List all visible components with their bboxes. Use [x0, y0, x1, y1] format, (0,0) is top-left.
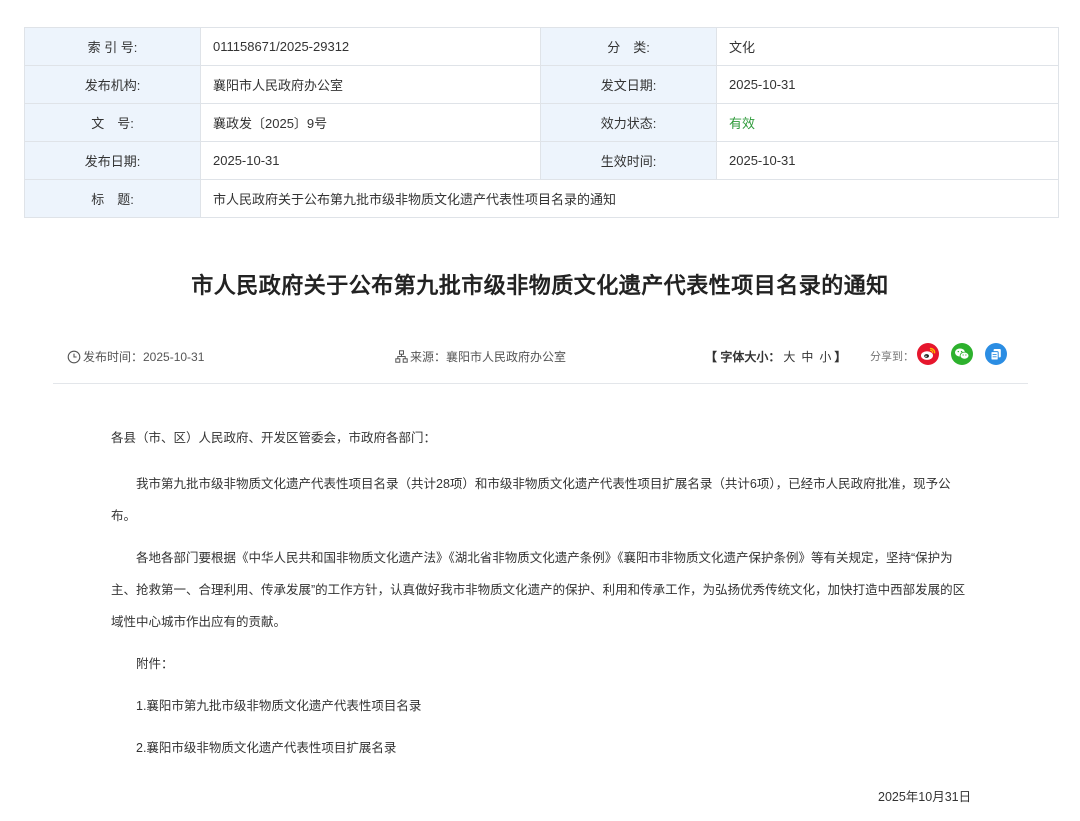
category-label: 分 类:	[540, 27, 717, 66]
publisher-label: 发布机构:	[24, 65, 201, 104]
font-medium-button[interactable]: 中	[801, 350, 813, 364]
pub-date-value: 2025-10-31	[200, 141, 541, 180]
issue-date-label: 发文日期:	[540, 65, 717, 104]
wechat-icon[interactable]	[951, 343, 973, 365]
sign-date: 2025年10月31日	[878, 790, 972, 804]
font-size-suffix: 】	[834, 350, 847, 364]
document-metadata-table: 索 引 号: 011158671/2025-29312 分 类: 文化 发布机构…	[24, 27, 1059, 218]
meta-row-index: 索 引 号: 011158671/2025-29312 分 类: 文化	[24, 27, 1059, 66]
effective-date-value: 2025-10-31	[716, 141, 1059, 180]
article-title: 市人民政府关于公布第九批市级非物质文化遗产代表性项目名录的通知	[191, 273, 889, 298]
font-size-prefix: 【 字体大小：	[705, 350, 781, 364]
issue-date-value: 2025-10-31	[716, 65, 1059, 104]
meta-row-publisher: 发布机构: 襄阳市人民政府办公室 发文日期: 2025-10-31	[24, 65, 1059, 104]
attachment-label: 附件：	[136, 657, 174, 671]
font-large-button[interactable]: 大	[783, 350, 795, 364]
doc-number-value: 襄政发〔2025〕9号	[200, 103, 541, 142]
meta-row-docno: 文 号: 襄政发〔2025〕9号 效力状态: 有效	[24, 103, 1059, 142]
category-value: 文化	[716, 27, 1059, 66]
share-label: 分享到：	[870, 351, 914, 363]
clock-icon	[67, 350, 81, 364]
pub-date-label: 发布日期:	[24, 141, 201, 180]
doc-number-label: 文 号:	[24, 103, 201, 142]
greeting: 各县（市、区）人民政府、开发区管委会，市政府各部门：	[111, 431, 437, 445]
attachment-1[interactable]: 1.襄阳市第九批市级非物质文化遗产代表性项目名录	[111, 690, 971, 722]
publish-time: 发布时间：2025-10-31	[67, 348, 204, 365]
source-text: 来源：襄阳市人民政府办公室	[410, 350, 567, 364]
font-size-control: 【 字体大小：大中小】	[705, 348, 846, 365]
sitemap-icon	[395, 350, 408, 363]
publisher-value: 襄阳市人民政府办公室	[200, 65, 541, 104]
publish-time-text: 发布时间：2025-10-31	[83, 350, 205, 364]
paragraph-2: 各地各部门要根据《中华人民共和国非物质文化遗产法》《湖北省非物质文化遗产条例》《…	[111, 551, 966, 629]
article-body: 各县（市、区）人民政府、开发区管委会，市政府各部门： 我市第九批市级非物质文化遗…	[111, 428, 971, 764]
article-info-bar: 发布时间：2025-10-31 来源：襄阳市人民政府办公室 【 字体大小：大中小…	[53, 341, 1028, 384]
index-label: 索 引 号:	[24, 27, 201, 66]
meta-row-pubdate: 发布日期: 2025-10-31 生效时间: 2025-10-31	[24, 141, 1059, 180]
weibo-icon[interactable]	[917, 343, 939, 365]
status-label: 效力状态:	[540, 103, 717, 142]
meta-row-title: 标 题: 市人民政府关于公布第九批市级非物质文化遗产代表性项目名录的通知	[24, 179, 1059, 218]
title-value: 市人民政府关于公布第九批市级非物质文化遗产代表性项目名录的通知	[200, 179, 1059, 218]
paragraph-1: 我市第九批市级非物质文化遗产代表性项目名录（共计28项）和市级非物质文化遗产代表…	[111, 477, 951, 523]
copy-icon[interactable]	[985, 343, 1007, 365]
source: 来源：襄阳市人民政府办公室	[395, 348, 566, 365]
font-small-button[interactable]: 小	[819, 350, 831, 364]
status-value: 有效	[716, 103, 1059, 142]
title-label: 标 题:	[24, 179, 201, 218]
effective-date-label: 生效时间:	[540, 141, 717, 180]
attachment-2[interactable]: 2.襄阳市级非物质文化遗产代表性项目扩展名录	[111, 732, 971, 764]
index-value: 011158671/2025-29312	[200, 27, 541, 66]
